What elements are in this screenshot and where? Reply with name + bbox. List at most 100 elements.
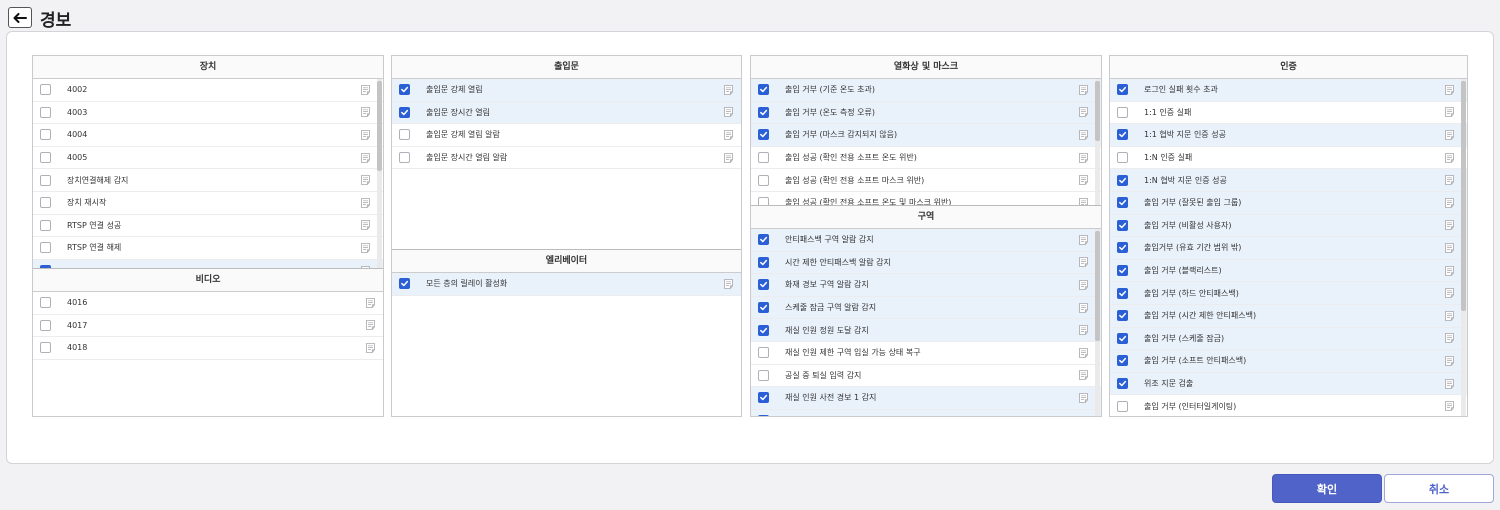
alarm-checkbox[interactable] [758,279,769,291]
alarm-checkbox[interactable] [40,297,51,309]
alarm-row[interactable]: 4004 [33,124,383,147]
alarm-row[interactable]: 출입 거부 (하드 안티패스백) [1110,282,1467,305]
alarm-checkbox[interactable] [758,392,769,404]
alarm-row[interactable]: 1:1 협박 지문 인증 성공 [1110,124,1467,147]
alarm-row[interactable]: RTSP 연결 성공 [33,215,383,238]
alarm-row[interactable]: 출입 성공 (확인 전용 소프트 온도 위반) [751,147,1101,170]
alarm-checkbox[interactable] [40,84,51,96]
memo-icon[interactable] [1445,84,1454,95]
alarm-row[interactable]: 출입 거부 (스케줄 잠금) [1110,327,1467,351]
alarm-checkbox[interactable] [758,369,769,381]
alarm-checkbox[interactable] [1117,242,1128,254]
alarm-checkbox[interactable] [1117,197,1128,209]
memo-icon[interactable] [1079,197,1088,205]
alarm-checkbox[interactable] [758,84,769,96]
alarm-row[interactable]: 공실 중 퇴실 입력 감지 [751,365,1101,388]
alarm-checkbox[interactable] [1117,310,1128,322]
alarm-row[interactable]: 출입 거부 (잘못된 출입 그룹) [1110,191,1467,215]
alarm-row[interactable]: 재실 인원 사전 경보 1 감지 [751,387,1101,410]
memo-icon[interactable] [1445,288,1454,299]
confirm-button[interactable]: 확인 [1272,474,1382,503]
memo-icon[interactable] [1079,84,1088,95]
memo-icon[interactable] [724,130,733,140]
alarm-row[interactable]: 장치연결해제 감지 [33,169,383,192]
alarm-row[interactable]: 1:N 인증 실패 [1110,147,1467,170]
alarm-checkbox[interactable] [1117,332,1128,344]
alarm-checkbox[interactable] [40,319,51,331]
thermal-scrollbar[interactable] [1095,79,1100,205]
memo-icon[interactable] [1079,302,1088,313]
memo-icon[interactable] [1445,265,1454,276]
alarm-row[interactable]: 출입문 강제 열림 [392,79,741,102]
alarm-checkbox[interactable] [40,129,51,141]
alarm-checkbox[interactable] [758,324,769,336]
memo-icon[interactable] [1079,175,1088,186]
alarm-row[interactable]: 출입 거부 (인터터일게이팅) [1110,395,1467,416]
alarm-row[interactable]: 출입 거부 (마스크 감지되지 않음) [751,124,1101,147]
alarm-checkbox[interactable] [399,129,410,141]
alarm-checkbox[interactable] [40,174,51,186]
device-scrollbar[interactable] [377,79,382,268]
alarm-checkbox[interactable] [1117,174,1128,186]
alarm-checkbox[interactable] [1117,84,1128,96]
alarm-checkbox[interactable] [1117,400,1128,412]
alarm-checkbox[interactable] [399,152,410,164]
memo-icon[interactable] [1079,325,1088,336]
alarm-row[interactable]: 출입 성공 (확인 전용 소프트 온도 및 마스크 위반) [751,192,1101,205]
memo-icon[interactable] [1079,234,1088,245]
alarm-row[interactable]: 4017 [33,315,383,338]
alarm-row[interactable]: 출입 거부 (소프트 안티패스백) [1110,350,1467,373]
memo-icon[interactable] [361,84,370,95]
memo-icon[interactable] [724,84,733,95]
zone-scrollbar[interactable] [1095,229,1100,416]
memo-icon[interactable] [366,320,375,331]
memo-icon[interactable] [1445,220,1454,231]
alarm-row[interactable]: 출입문 장시간 열림 [392,101,741,125]
memo-icon[interactable] [1079,347,1088,358]
memo-icon[interactable] [361,197,370,208]
alarm-checkbox[interactable] [399,84,410,96]
memo-icon[interactable] [1079,370,1088,381]
cancel-button[interactable]: 취소 [1384,474,1494,503]
memo-icon[interactable] [724,278,733,289]
alarm-row[interactable]: RTSP 연결 해제 [33,237,383,260]
memo-icon[interactable] [1079,152,1088,163]
alarm-row[interactable] [33,259,383,268]
memo-icon[interactable] [1445,130,1454,140]
alarm-checkbox[interactable] [40,342,51,354]
memo-icon[interactable] [1079,130,1088,140]
alarm-checkbox[interactable] [1117,287,1128,299]
alarm-row[interactable]: 시간 제한 안티패스백 알람 감지 [751,251,1101,275]
alarm-row[interactable]: 1:N 협박 지문 인증 성공 [1110,169,1467,192]
memo-icon[interactable] [724,107,733,118]
alarm-row[interactable] [751,409,1101,416]
alarm-checkbox[interactable] [758,197,769,205]
alarm-checkbox[interactable] [1117,378,1128,390]
alarm-checkbox[interactable] [758,302,769,314]
back-button[interactable] [8,7,32,28]
alarm-row[interactable]: 출입 거부 (기준 온도 초과) [751,79,1101,102]
alarm-checkbox[interactable] [758,347,769,359]
alarm-checkbox[interactable] [40,242,51,254]
memo-icon[interactable] [361,220,370,231]
alarm-row[interactable]: 4016 [33,292,383,315]
memo-icon[interactable] [1079,393,1088,403]
memo-icon[interactable] [361,130,370,140]
alarm-checkbox[interactable] [758,129,769,141]
memo-icon[interactable] [1079,280,1088,290]
memo-icon[interactable] [1445,378,1454,389]
alarm-row[interactable]: 출입 거부 (비활성 사용자) [1110,214,1467,238]
alarm-checkbox[interactable] [758,152,769,164]
alarm-row[interactable]: 출입문 강제 열림 알람 [392,124,741,147]
alarm-row[interactable]: 4002 [33,79,383,102]
auth-scrollbar[interactable] [1461,79,1466,416]
alarm-checkbox[interactable] [1117,152,1128,164]
alarm-checkbox[interactable] [399,106,410,118]
alarm-checkbox[interactable] [758,234,769,246]
alarm-row[interactable]: 4003 [33,102,383,125]
alarm-row[interactable]: 출입 거부 (블랙리스트) [1110,259,1467,283]
alarm-checkbox[interactable] [1117,355,1128,367]
alarm-checkbox[interactable] [1117,106,1128,118]
alarm-row[interactable]: 스케줄 잠금 구역 알람 감지 [751,296,1101,320]
alarm-checkbox[interactable] [758,106,769,118]
